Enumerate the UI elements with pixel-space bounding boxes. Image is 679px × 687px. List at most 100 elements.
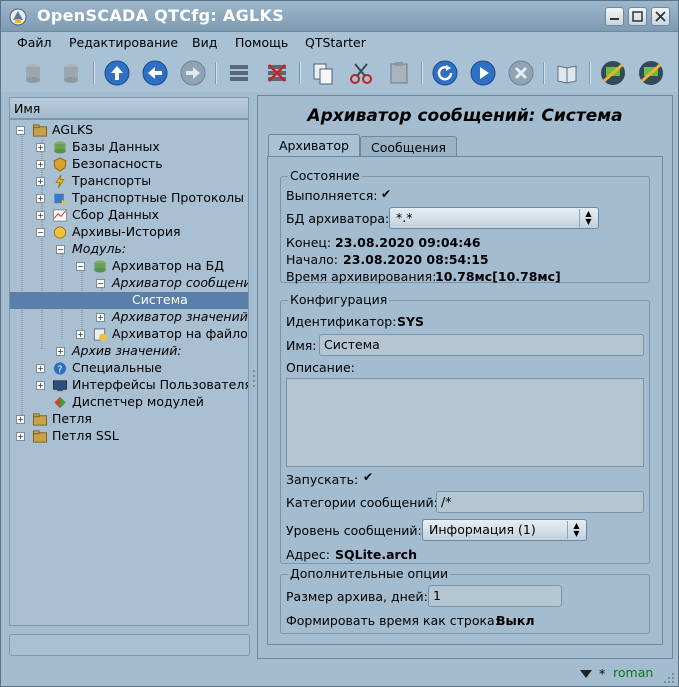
expand-icon[interactable]: + — [36, 381, 45, 390]
expand-icon[interactable]: + — [36, 211, 45, 220]
up-icon[interactable] — [103, 59, 131, 87]
expand-icon[interactable]: + — [36, 160, 45, 169]
tree-item[interactable]: +? Специальные — [10, 360, 248, 377]
tree-item[interactable]: + Интерфейсы Пользователя — [10, 377, 248, 394]
tree-item[interactable]: Диспетчер модулей — [10, 394, 248, 411]
tree-item-label: Базы Данных — [72, 139, 160, 154]
toolbar-separator — [299, 62, 301, 84]
start-checkbox[interactable]: ✔ — [363, 471, 375, 484]
chevron-down-icon[interactable] — [579, 669, 593, 679]
tree-item[interactable]: + Архив значений: — [10, 343, 248, 360]
close-button[interactable] — [651, 7, 670, 26]
tree-item[interactable]: − AGLKS — [10, 122, 248, 139]
level-select[interactable]: Информация (1) ▲ ▼ — [422, 519, 587, 541]
remote-station-2-icon[interactable] — [637, 59, 665, 87]
end-value: 23.08.2020 09:04:46 — [335, 235, 481, 250]
tree-item[interactable]: + Безопасность — [10, 156, 248, 173]
manual-icon[interactable] — [553, 59, 581, 87]
openscada-logo-icon — [9, 8, 27, 26]
address-value: SQLite.arch — [335, 547, 417, 562]
toolbar-separator — [543, 62, 545, 84]
expand-icon[interactable]: + — [96, 313, 105, 322]
time-as-string-value[interactable]: Выкл — [496, 613, 534, 628]
expand-icon[interactable]: + — [36, 143, 45, 152]
description-textarea[interactable] — [286, 378, 644, 467]
tree-item-label: Специальные — [72, 360, 162, 375]
menu-qtstarter[interactable]: QTStarter — [305, 35, 366, 50]
tab-archiver[interactable]: Архиватор — [268, 134, 360, 158]
content-panel: Архиватор сообщений: Система Архиватор С… — [257, 95, 673, 659]
delete-item-icon[interactable] — [263, 59, 291, 87]
tab-messages[interactable]: Сообщения — [360, 136, 458, 158]
database-icon — [94, 260, 106, 273]
forward-icon[interactable] — [179, 59, 207, 87]
tree-item[interactable]: + Сбор Данных — [10, 207, 248, 224]
archive-size-input[interactable]: 1 — [428, 585, 562, 607]
db-select[interactable]: *.* ▲ ▼ — [389, 207, 599, 229]
tree-item[interactable]: + Архиватор на файловой — [10, 326, 248, 343]
expand-icon[interactable]: + — [36, 194, 45, 203]
tree-item-label: Архиватор сообщений: — [112, 275, 249, 290]
collapse-icon[interactable]: − — [96, 279, 105, 288]
running-checkbox[interactable]: ✔ — [381, 188, 393, 201]
close-icon — [655, 11, 666, 22]
tab-content: Состояние Выполняется: ✔ БД архиватора: … — [267, 156, 663, 645]
tree-view[interactable]: − AGLKS + Базы Данных + Безопасность + Транспор… — [9, 119, 249, 626]
back-icon[interactable] — [141, 59, 169, 87]
tree-item[interactable]: + Архиватор значений: — [10, 309, 248, 326]
maximize-button[interactable] — [628, 7, 647, 26]
copy-icon[interactable] — [309, 59, 337, 87]
tree-item[interactable]: − Архиватор сообщений: — [10, 275, 249, 292]
toolbar-separator — [421, 62, 423, 84]
remote-station-icon[interactable] — [599, 59, 627, 87]
name-input[interactable]: Система — [319, 334, 644, 356]
menu-file[interactable]: Файл — [17, 35, 52, 50]
paste-icon[interactable] — [385, 59, 413, 87]
tree-item[interactable]: + Петля — [10, 411, 248, 428]
collapse-icon[interactable]: − — [16, 126, 25, 135]
expand-icon[interactable]: + — [76, 330, 85, 339]
expand-icon[interactable]: + — [16, 432, 25, 441]
collapse-icon[interactable]: − — [56, 245, 65, 254]
tree-item[interactable]: − Архивы-История — [10, 224, 248, 241]
db-label: БД архиватора: — [286, 211, 390, 226]
extra-options-group: Дополнительные опции Размер архива, дней… — [280, 566, 650, 634]
tree-item[interactable]: − Модуль: — [10, 241, 248, 258]
tree-item-label: Транспортные Протоколы — [72, 190, 244, 205]
collapse-icon[interactable]: − — [76, 262, 85, 271]
expand-icon[interactable]: + — [36, 364, 45, 373]
tree-item-label: Безопасность — [72, 156, 163, 171]
expand-icon[interactable]: + — [16, 415, 25, 424]
begin-value: 23.08.2020 08:54:15 — [343, 252, 489, 267]
tree-item[interactable]: + Транспортные Протоколы — [10, 190, 248, 207]
minimize-button[interactable] — [605, 7, 624, 26]
refresh-icon[interactable] — [431, 59, 459, 87]
menu-view[interactable]: Вид — [192, 35, 217, 50]
data-acquisition-icon — [52, 209, 68, 222]
stop-icon[interactable] — [507, 59, 535, 87]
start-icon[interactable] — [469, 59, 497, 87]
resize-grip-icon[interactable] — [663, 672, 675, 684]
menu-help[interactable]: Помощь — [235, 35, 288, 50]
tree-item[interactable]: + Базы Данных — [10, 139, 248, 156]
tree-item-label: Сбор Данных — [72, 207, 160, 222]
tree-item[interactable]: + Транспорты — [10, 173, 248, 190]
add-item-icon[interactable] — [225, 59, 253, 87]
tree-item[interactable]: − Архиватор на БД — [10, 258, 248, 275]
collapse-icon[interactable]: − — [36, 228, 45, 237]
cut-icon[interactable] — [347, 59, 375, 87]
db-load-icon[interactable] — [19, 59, 47, 87]
categories-input[interactable]: /* — [436, 491, 644, 513]
expand-icon[interactable]: + — [56, 347, 65, 356]
db-save-icon[interactable] — [57, 59, 85, 87]
tree-item[interactable]: + Петля SSL — [10, 428, 248, 445]
begin-label: Начало: — [286, 252, 338, 267]
folder-icon — [32, 430, 48, 443]
current-user[interactable]: roman — [613, 665, 653, 680]
tree-item[interactable]: Система — [10, 292, 248, 309]
tree-column-header[interactable]: Имя — [9, 97, 249, 119]
menu-edit[interactable]: Редактирование — [69, 35, 178, 50]
expand-icon[interactable]: + — [36, 177, 45, 186]
config-group-title: Конфигурация — [288, 292, 390, 307]
panel-splitter[interactable] — [252, 95, 256, 655]
